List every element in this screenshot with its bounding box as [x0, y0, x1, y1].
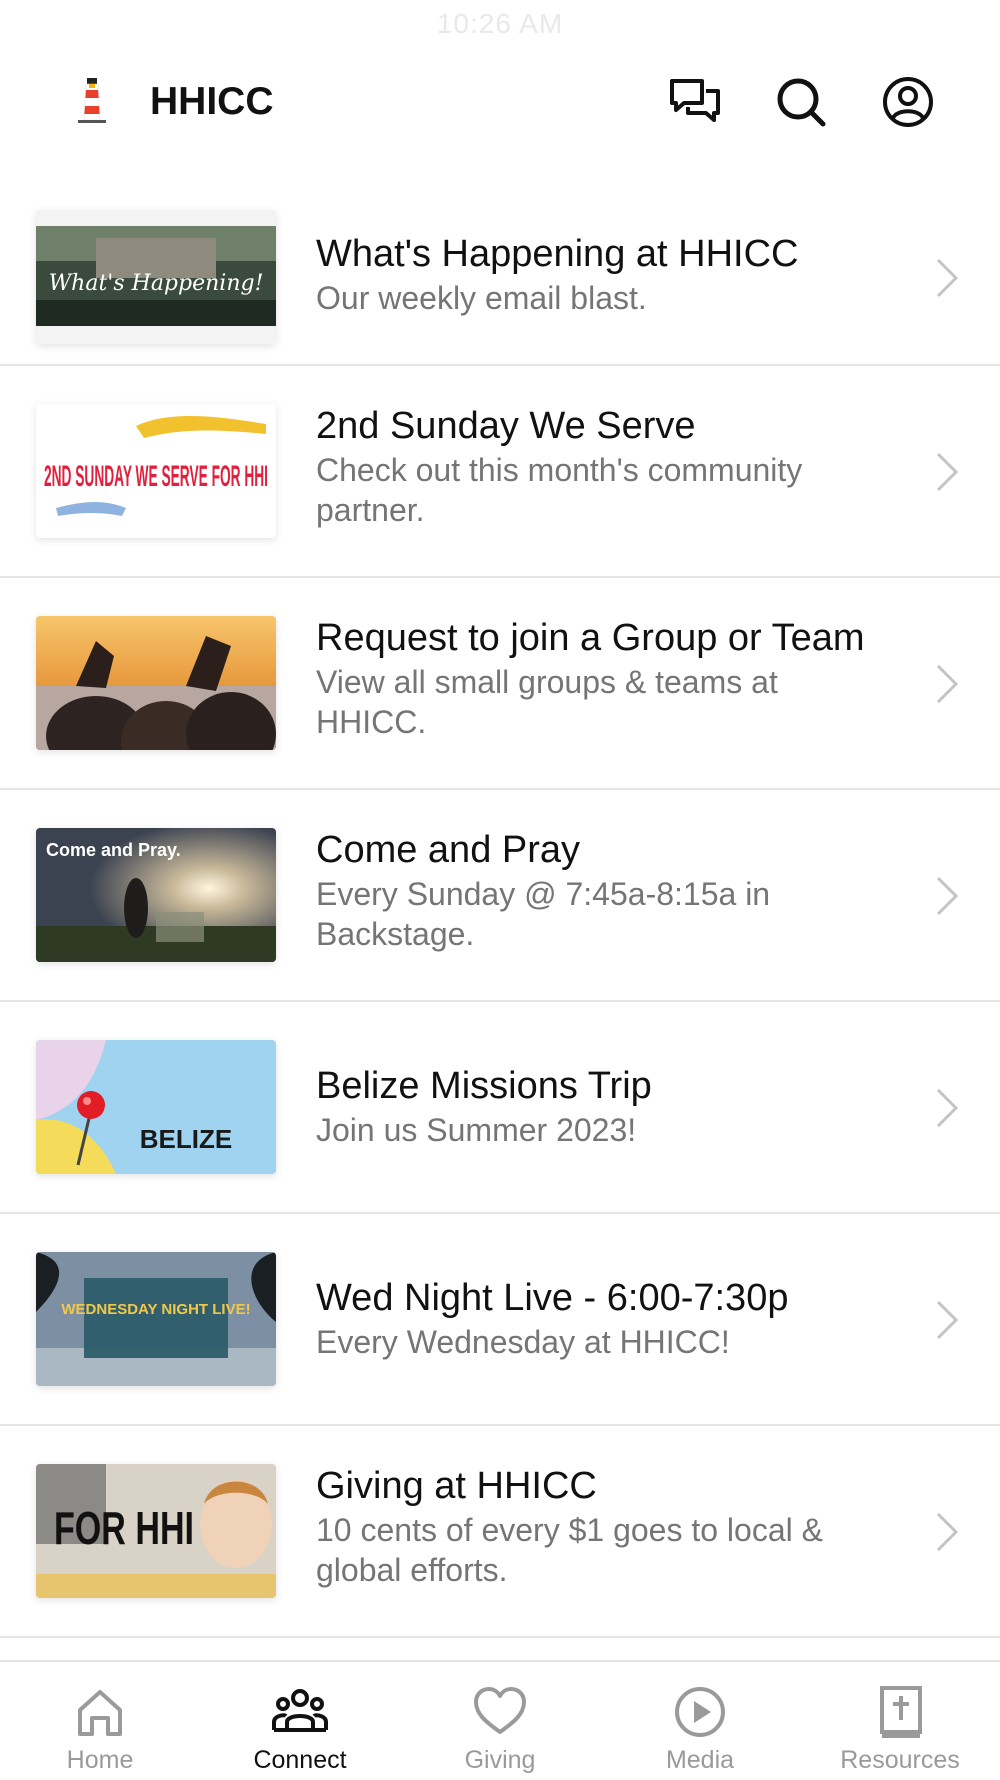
- tab-label: Home: [66, 1746, 134, 1774]
- list-item-title: Belize Missions Trip: [316, 1065, 652, 1107]
- tab-label: Connect: [253, 1746, 347, 1774]
- list-item-subtitle: Every Wednesday at HHICC!: [316, 1324, 730, 1360]
- list-item[interactable]: BELIZE Belize Missions Trip Join us Summ…: [0, 1002, 1000, 1214]
- list-item[interactable]: WEDNESDAY NIGHT LIVE! Wed Night Live - 6…: [0, 1214, 1000, 1426]
- list-item-text: What's Happening at HHICC Our weekly ema…: [316, 232, 890, 318]
- status-bar-time: 10:26 AM: [436, 8, 564, 39]
- chevron-right-icon: [936, 1300, 959, 1340]
- list-item-thumbnail: BELIZE: [36, 1040, 276, 1174]
- list-item-title: Giving at HHICC: [316, 1465, 597, 1507]
- list-item-text: 2nd Sunday We Serve Check out this month…: [316, 404, 890, 530]
- search-button[interactable]: [773, 74, 829, 130]
- thumb-caption: FOR HHI: [54, 1502, 194, 1554]
- list-item-text: Come and Pray Every Sunday @ 7:45a-8:15a…: [316, 828, 890, 954]
- home-icon: [78, 1690, 122, 1736]
- chevron-right-icon: [936, 1088, 959, 1128]
- list-item-title: Wed Night Live - 6:00-7:30p: [316, 1277, 789, 1319]
- bottom-tab-bar: Home Connect Giving Media Resources: [0, 1660, 1000, 1778]
- list-item[interactable]: What's Happening! What's Happening at HH…: [0, 190, 1000, 366]
- tab-home[interactable]: Home: [0, 1662, 200, 1780]
- chevron-right-icon: [936, 1512, 959, 1552]
- thumb-caption: WEDNESDAY NIGHT LIVE!: [61, 1301, 250, 1318]
- thumb-caption: What's Happening!: [49, 271, 264, 296]
- tab-giving[interactable]: Giving: [400, 1662, 600, 1780]
- people-icon: [272, 1689, 328, 1732]
- app-title: HHICC: [150, 80, 274, 123]
- connect-list: What's Happening! What's Happening at HH…: [0, 190, 1000, 1638]
- chevron-right-icon: [936, 258, 959, 298]
- chevron-right-icon: [936, 876, 959, 916]
- list-item-subtitle: Every Sunday @ 7:45a-8:15a in Backstage.: [316, 876, 771, 952]
- list-item-thumbnail: FOR HHI: [36, 1464, 276, 1598]
- list-item-subtitle: 10 cents of every $1 goes to local & glo…: [316, 1512, 823, 1588]
- list-item-thumbnail: What's Happening!: [36, 210, 276, 344]
- search-icon: [777, 78, 826, 127]
- play-icon: [675, 1687, 725, 1737]
- chevron-right-icon: [936, 452, 959, 492]
- tab-label: Resources: [840, 1746, 960, 1774]
- list-item-thumbnail: 2ND SUNDAY WE SERVE FOR HHI: [36, 404, 276, 538]
- list-item-subtitle: Check out this month's community partner…: [316, 452, 803, 528]
- list-item[interactable]: Request to join a Group or Team View all…: [0, 578, 1000, 790]
- profile-button[interactable]: [880, 74, 936, 130]
- tab-resources[interactable]: Resources: [800, 1662, 1000, 1780]
- tab-media[interactable]: Media: [600, 1662, 800, 1780]
- list-item-thumbnail: [36, 616, 276, 750]
- thumb-caption: BELIZE: [140, 1124, 232, 1154]
- app-header: HHICC: [0, 60, 1000, 140]
- list-item-title: Request to join a Group or Team: [316, 617, 865, 659]
- list-item-text: Giving at HHICC 10 cents of every $1 goe…: [316, 1464, 890, 1590]
- list-item-subtitle: Our weekly email blast.: [316, 280, 647, 316]
- list-item-text: Request to join a Group or Team View all…: [316, 616, 890, 742]
- lighthouse-logo-icon: [70, 76, 114, 124]
- tab-connect[interactable]: Connect: [200, 1662, 400, 1780]
- tab-label: Giving: [464, 1746, 536, 1774]
- list-item-title: What's Happening at HHICC: [316, 233, 799, 275]
- thumb-caption: Come and Pray.: [46, 840, 181, 860]
- list-item-subtitle: Join us Summer 2023!: [316, 1112, 637, 1148]
- chevron-right-icon: [936, 664, 959, 704]
- thumb-caption: 2ND SUNDAY WE SERVE FOR HHI: [44, 460, 268, 493]
- list-item-title: 2nd Sunday We Serve: [316, 405, 696, 447]
- list-item-text: Wed Night Live - 6:00-7:30p Every Wednes…: [316, 1276, 890, 1362]
- list-item[interactable]: Come and Pray. Come and Pray Every Sunda…: [0, 790, 1000, 1002]
- list-item-title: Come and Pray: [316, 829, 581, 871]
- list-item-thumbnail: WEDNESDAY NIGHT LIVE!: [36, 1252, 276, 1386]
- user-circle-icon: [883, 77, 933, 127]
- list-item[interactable]: FOR HHI Giving at HHICC 10 cents of ever…: [0, 1426, 1000, 1638]
- chat-icon: [670, 79, 720, 122]
- list-item-thumbnail: Come and Pray.: [36, 828, 276, 962]
- heart-icon: [474, 1687, 526, 1734]
- list-item-subtitle: View all small groups & teams at HHICC.: [316, 664, 778, 740]
- list-item[interactable]: 2ND SUNDAY WE SERVE FOR HHI 2nd Sunday W…: [0, 366, 1000, 578]
- list-item-text: Belize Missions Trip Join us Summer 2023…: [316, 1064, 890, 1150]
- bible-icon: [880, 1686, 922, 1738]
- tab-label: Media: [665, 1746, 735, 1774]
- messages-button[interactable]: [667, 74, 723, 130]
